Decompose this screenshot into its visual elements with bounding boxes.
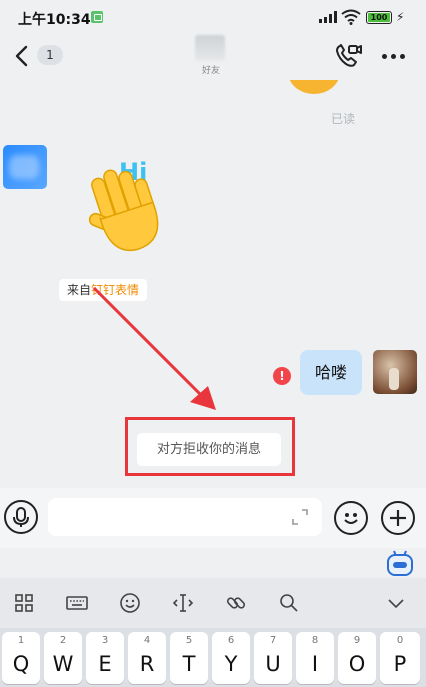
key-letter: T	[182, 652, 196, 676]
key-number: 1	[17, 635, 25, 646]
chevron-down-icon[interactable]	[384, 591, 408, 615]
key-number: 2	[59, 635, 67, 646]
more-icon[interactable]	[380, 54, 408, 60]
voice-button[interactable]	[4, 500, 38, 534]
annotation-arrow-icon	[92, 286, 216, 410]
key-q[interactable]: 1Q	[2, 632, 40, 684]
emoji-icon[interactable]	[118, 591, 142, 615]
key-number: 9	[353, 635, 361, 646]
more-actions-button[interactable]	[381, 501, 415, 535]
key-letter: P	[393, 652, 407, 676]
message-list[interactable]: 已读 Hi 来自钉钉表情 ! 哈喽 对方拒收你的消息	[0, 80, 426, 488]
input-bar	[0, 488, 426, 548]
key-letter: W	[52, 652, 74, 676]
key-p[interactable]: 0P	[380, 632, 420, 684]
back-button[interactable]	[12, 44, 32, 68]
keyboard-toolbar	[0, 578, 426, 628]
key-y[interactable]: 6Y	[212, 632, 250, 684]
key-letter: Q	[12, 652, 30, 676]
charging-icon: ⚡	[396, 10, 405, 24]
key-u[interactable]: 7U	[254, 632, 292, 684]
key-letter: O	[348, 652, 366, 676]
signal-icon	[319, 11, 337, 23]
back-arrow-icon	[15, 45, 28, 67]
keyboard-keys: 1Q 2W 3E 4R 5T 6Y 7U 8I 9O 0P	[0, 628, 426, 687]
battery-icon: 100	[366, 11, 392, 24]
key-number: 7	[269, 635, 277, 646]
grid-icon[interactable]	[12, 591, 36, 615]
link-icon[interactable]	[224, 591, 248, 615]
keyboard-assistant-row	[0, 548, 426, 578]
expand-icon[interactable]	[291, 508, 309, 526]
key-letter: Y	[224, 652, 238, 676]
contact-subtitle: 好友	[201, 66, 220, 76]
key-number: 6	[227, 635, 235, 646]
unread-badge[interactable]: 1	[37, 45, 63, 65]
key-letter: R	[139, 652, 155, 676]
robot-icon[interactable]	[385, 549, 415, 577]
cursor-icon[interactable]	[171, 591, 195, 615]
key-w[interactable]: 2W	[44, 632, 82, 684]
key-t[interactable]: 5T	[170, 632, 208, 684]
search-icon[interactable]	[277, 591, 301, 615]
status-bar: 上午10:34 100 ⚡	[0, 0, 426, 34]
plus-icon	[390, 510, 406, 526]
message-input[interactable]	[48, 498, 322, 536]
key-i[interactable]: 8I	[296, 632, 334, 684]
key-o[interactable]: 9O	[338, 632, 376, 684]
key-letter: I	[311, 652, 319, 676]
wifi-icon	[341, 9, 361, 25]
key-number: 5	[185, 635, 193, 646]
contact-avatar[interactable]	[195, 35, 225, 61]
status-time: 上午10:34	[18, 12, 91, 28]
key-number: 4	[143, 635, 151, 646]
key-number: 3	[101, 635, 109, 646]
key-letter: E	[98, 652, 112, 676]
emoji-button[interactable]	[334, 501, 368, 535]
key-number: 8	[311, 635, 319, 646]
notification-icon	[91, 11, 103, 23]
battery-level: 100	[368, 13, 390, 22]
key-letter: U	[265, 652, 281, 676]
keyboard-icon[interactable]	[65, 591, 89, 615]
key-e[interactable]: 3E	[86, 632, 124, 684]
chat-header: 1 好友	[0, 34, 426, 80]
video-call-icon[interactable]	[334, 42, 362, 70]
mic-icon	[13, 507, 29, 527]
emoji-icon	[344, 513, 358, 524]
key-r[interactable]: 4R	[128, 632, 166, 684]
key-number: 0	[396, 635, 404, 646]
